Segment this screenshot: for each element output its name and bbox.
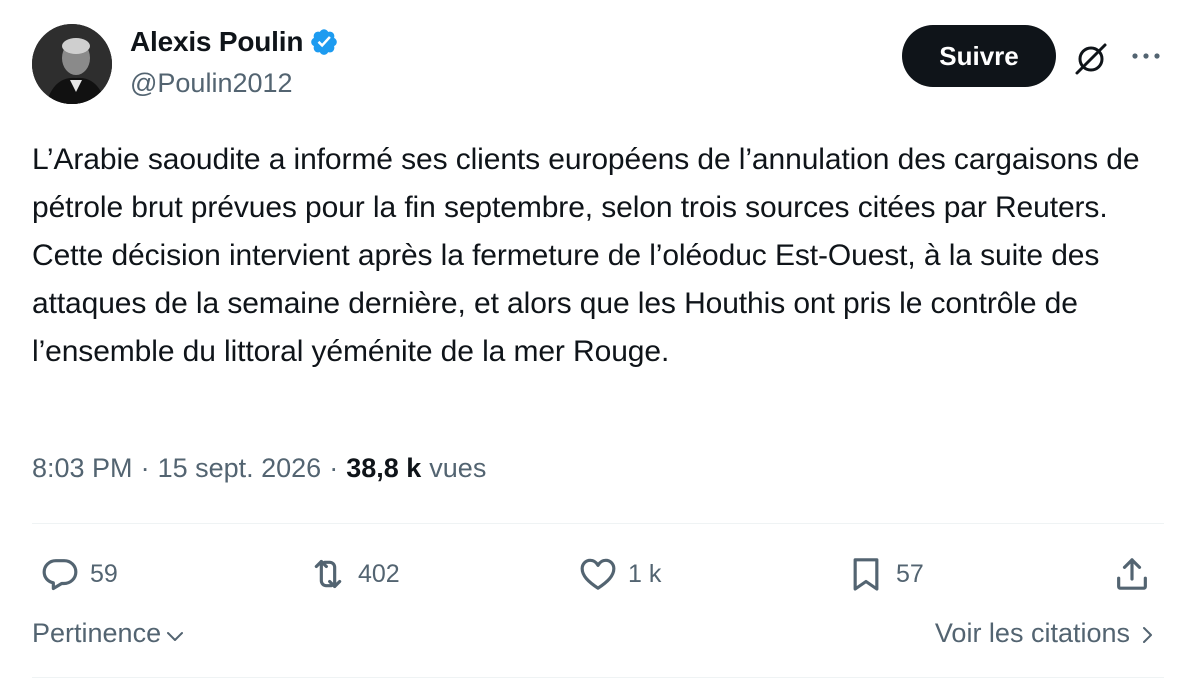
reply-button[interactable]: 59 <box>40 554 118 594</box>
divider-top <box>32 523 1164 524</box>
tweet-time[interactable]: 8:03 PM <box>32 453 133 484</box>
follow-button[interactable]: Suivre <box>902 25 1056 87</box>
meta-separator: · <box>329 453 339 483</box>
tweet-text: L’Arabie saoudite a informé ses clients … <box>32 143 1140 368</box>
divider-bottom <box>32 677 1164 678</box>
share-icon <box>1117 558 1147 590</box>
grok-icon[interactable] <box>1072 40 1110 78</box>
views-label: vues <box>429 453 487 483</box>
action-bar: 59 402 1 k 57 <box>32 548 1164 604</box>
tweet-date[interactable]: 15 sept. 2026 <box>158 453 322 484</box>
reply-icon <box>42 559 78 591</box>
views-count[interactable]: 38,8 k <box>346 453 421 484</box>
meta-separator: · <box>140 453 150 483</box>
bookmark-count: 57 <box>896 559 924 588</box>
view-quotes-link[interactable]: Voir les citations <box>935 618 1158 649</box>
more-dots-icon[interactable] <box>1130 44 1162 68</box>
sort-label: Pertinence <box>32 618 162 648</box>
repost-icon <box>314 559 342 589</box>
author-name[interactable]: Alexis Poulin <box>130 26 303 58</box>
chevron-right-icon <box>1143 626 1152 643</box>
author-handle[interactable]: @Poulin2012 <box>130 68 293 99</box>
like-count: 1 k <box>628 559 662 588</box>
author-name-row: Alexis Poulin <box>130 26 339 58</box>
reply-count: 59 <box>90 559 118 588</box>
tweet-meta: 8:03 PM · 15 sept. 2026 · 38,8 k vues <box>32 453 486 484</box>
verified-badge-icon <box>311 29 338 55</box>
bookmark-icon <box>853 558 879 591</box>
heart-icon <box>580 558 616 590</box>
share-button[interactable] <box>1112 554 1152 594</box>
reply-controls: Pertinence Voir les citations <box>32 618 1164 658</box>
view-quotes-label: Voir les citations <box>934 618 1130 648</box>
avatar[interactable] <box>32 24 112 104</box>
repost-button[interactable]: 402 <box>308 554 400 594</box>
bookmark-button[interactable]: 57 <box>846 554 924 594</box>
chevron-down-icon <box>167 631 184 641</box>
like-button[interactable]: 1 k <box>578 554 661 594</box>
repost-count: 402 <box>358 559 400 588</box>
sort-dropdown[interactable]: Pertinence <box>32 618 187 649</box>
